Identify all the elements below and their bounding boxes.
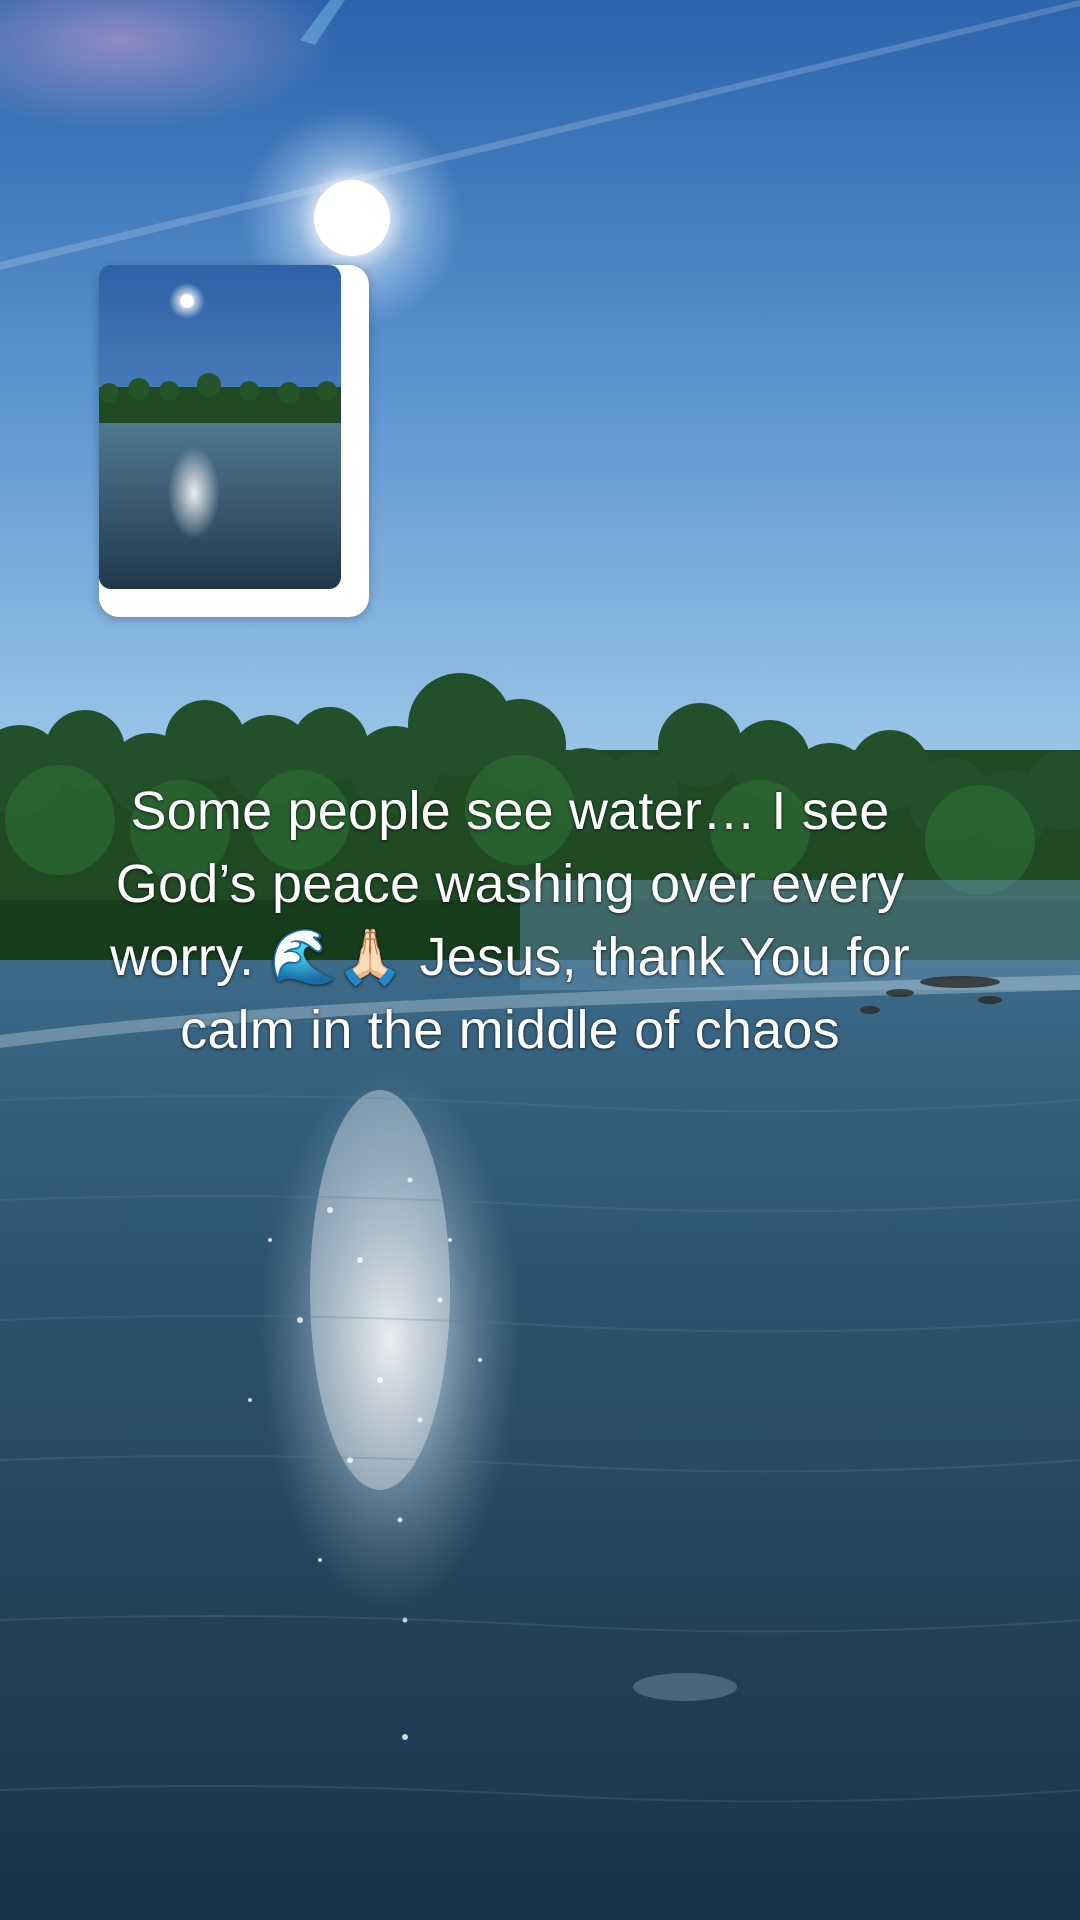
story-view: Some people see water… I see God’s peace… [0, 0, 1080, 1920]
caption-text: Some people see water… I see God’s peace… [110, 781, 910, 1060]
thumbnail-image [99, 265, 341, 589]
photo-thumbnail[interactable] [99, 265, 369, 617]
